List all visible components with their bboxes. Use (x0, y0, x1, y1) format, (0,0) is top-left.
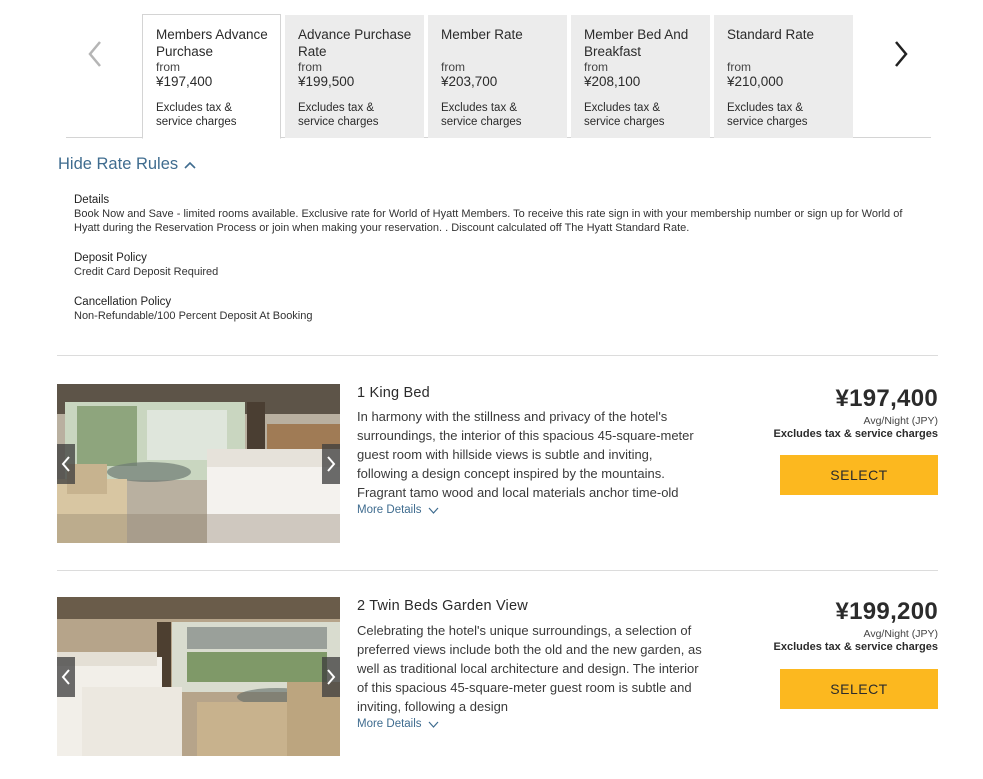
chevron-right-icon (327, 456, 336, 472)
tab-tax-note: Excludes tax & service charges (727, 102, 808, 128)
room-price: ¥197,400 (835, 385, 938, 412)
tab-price: ¥208,100 (584, 74, 641, 89)
tab-name: Members Advance Purchase (156, 27, 268, 59)
price-tax-note: Excludes tax & service charges (773, 428, 938, 440)
deposit-policy-text: Credit Card Deposit Required (74, 266, 219, 278)
image-next-button[interactable] (322, 444, 340, 484)
tab-name: Advance Purchase Rate (298, 27, 412, 59)
deposit-policy-heading: Deposit Policy (74, 252, 147, 264)
tab-tax-note: Excludes tax & service charges (298, 102, 379, 128)
details-heading: Details (74, 194, 110, 206)
tab-member-rate[interactable]: Member Rate from ¥203,700 Excludes tax &… (428, 15, 567, 138)
chevron-left-icon (61, 456, 70, 472)
image-prev-button[interactable] (57, 444, 75, 484)
rate-rules-panel: Details Book Now and Save - limited room… (74, 193, 924, 339)
rate-tabs: Members Advance Purchase from ¥197,400 E… (66, 14, 931, 139)
room-image-carousel (57, 384, 340, 543)
room-price: ¥199,200 (835, 598, 938, 625)
price-unit: Avg/Night (JPY) (863, 415, 939, 427)
tab-name: Member Rate (441, 27, 523, 42)
tab-price: ¥199,500 (298, 74, 355, 89)
tab-tax-note: Excludes tax & service charges (584, 102, 665, 128)
more-details-label: More Details (357, 718, 422, 730)
tab-standard-rate[interactable]: Standard Rate from ¥210,000 Excludes tax… (714, 15, 853, 138)
tab-from-label: from (441, 60, 465, 74)
room-photo-king-bed (57, 384, 340, 543)
price-tax-note: Excludes tax & service charges (773, 641, 938, 653)
room-title: 2 Twin Beds Garden View (357, 598, 528, 614)
cancellation-policy-text: Non-Refundable/100 Percent Deposit At Bo… (74, 310, 313, 322)
more-details-label: More Details (357, 504, 422, 516)
tab-member-bed-and-breakfast[interactable]: Member Bed And Breakfast from ¥208,100 E… (571, 15, 710, 138)
room-title: 1 King Bed (357, 385, 430, 401)
select-button[interactable]: SELECT (780, 455, 938, 495)
tab-tax-note: Excludes tax & service charges (156, 102, 237, 128)
tab-from-label: from (298, 60, 322, 74)
tab-from-label: from (584, 60, 608, 74)
tab-from-label: from (727, 60, 751, 74)
tab-tax-note: Excludes tax & service charges (441, 102, 522, 128)
room-image-carousel (57, 597, 340, 756)
tab-price: ¥203,700 (441, 74, 498, 89)
tabs-next-arrow-icon[interactable] (886, 36, 916, 72)
room-description: In harmony with the stillness and privac… (357, 409, 694, 500)
room-photo-twin-beds (57, 597, 340, 756)
chevron-up-icon (184, 161, 196, 169)
details-text: Book Now and Save - limited rooms availa… (74, 208, 903, 234)
tab-name: Member Bed And Breakfast (584, 27, 689, 59)
image-prev-button[interactable] (57, 657, 75, 697)
rate-rules-toggle-label: Hide Rate Rules (58, 155, 179, 173)
image-next-button[interactable] (322, 657, 340, 697)
more-details-link[interactable]: More Details (357, 504, 439, 516)
divider (57, 570, 938, 571)
price-unit: Avg/Night (JPY) (863, 628, 939, 640)
tab-from-label: from (156, 60, 180, 74)
room-description: Celebrating the hotel's unique surroundi… (357, 623, 702, 714)
tab-advance-purchase-rate[interactable]: Advance Purchase Rate from ¥199,500 Excl… (285, 15, 424, 138)
tab-price: ¥210,000 (727, 74, 784, 89)
chevron-right-icon (327, 669, 336, 685)
divider (57, 355, 938, 356)
tab-price: ¥197,400 (156, 74, 213, 89)
cancellation-policy-heading: Cancellation Policy (74, 296, 172, 308)
chevron-down-icon (428, 721, 439, 728)
chevron-left-icon (61, 669, 70, 685)
chevron-down-icon (428, 507, 439, 514)
tab-members-advance-purchase[interactable]: Members Advance Purchase from ¥197,400 E… (142, 14, 281, 139)
hide-rate-rules-toggle[interactable]: Hide Rate Rules (58, 155, 196, 174)
tab-name: Standard Rate (727, 27, 815, 42)
tabs-prev-arrow-icon[interactable] (80, 36, 110, 72)
room-price-block: ¥197,400 Avg/Night (JPY) Excludes tax & … (774, 385, 938, 441)
room-price-block: ¥199,200 Avg/Night (JPY) Excludes tax & … (774, 598, 938, 654)
select-button[interactable]: SELECT (780, 669, 938, 709)
more-details-link[interactable]: More Details (357, 718, 439, 730)
